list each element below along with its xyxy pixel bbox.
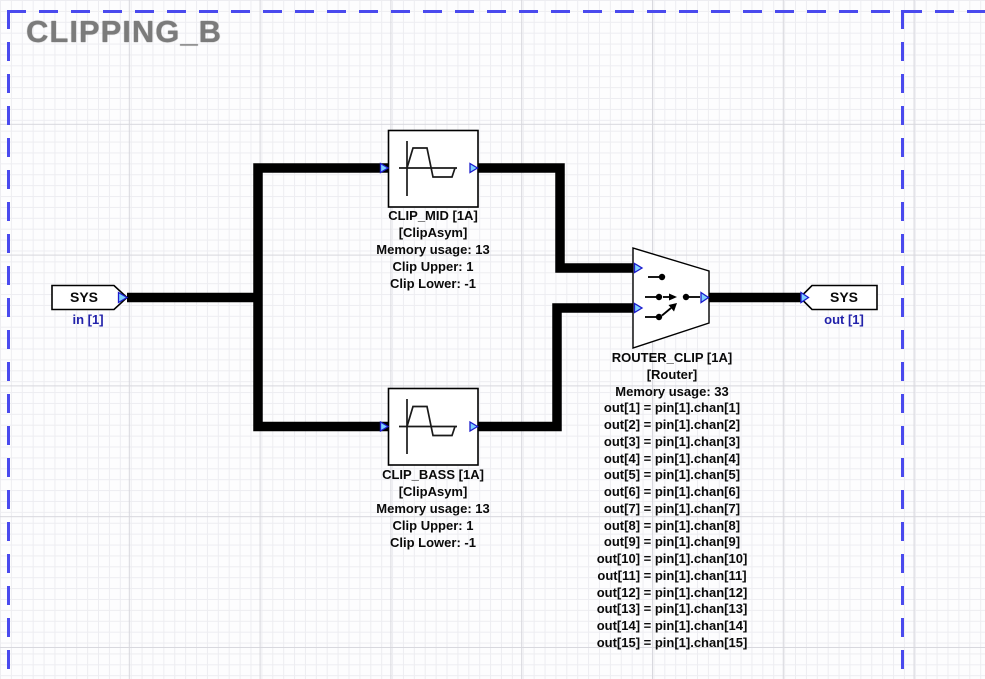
block-memory: Memory usage: 13 — [348, 241, 518, 258]
routing-line: out[8] = pin[1].chan[8] — [577, 518, 767, 535]
router-annotation: ROUTER_CLIP [1A] [Router] Memory usage: … — [577, 350, 767, 652]
schematic-canvas: CLIPPING_B — [0, 0, 985, 679]
routing-line: out[15] = pin[1].chan[15] — [577, 635, 767, 652]
block-name: ROUTER_CLIP [1A] — [577, 350, 767, 367]
routing-line: out[6] = pin[1].chan[6] — [577, 484, 767, 501]
clip-bass-annotation: CLIP_BASS [1A] [ClipAsym] Memory usage: … — [348, 466, 518, 551]
output-port-sublabel: out [1] — [804, 313, 884, 327]
routing-line: out[7] = pin[1].chan[7] — [577, 501, 767, 518]
block-memory: Memory usage: 13 — [348, 500, 518, 517]
input-port-sublabel: in [1] — [48, 313, 128, 327]
routing-line: out[2] = pin[1].chan[2] — [577, 417, 767, 434]
block-type: [Router] — [577, 367, 767, 384]
routing-line: out[11] = pin[1].chan[11] — [577, 568, 767, 585]
clip-mid-annotation: CLIP_MID [1A] [ClipAsym] Memory usage: 1… — [348, 207, 518, 292]
routing-line: out[3] = pin[1].chan[3] — [577, 434, 767, 451]
block-clip-upper: Clip Upper: 1 — [348, 517, 518, 534]
routing-line: out[12] = pin[1].chan[12] — [577, 585, 767, 602]
routing-line: out[4] = pin[1].chan[4] — [577, 451, 767, 468]
routing-line: out[14] = pin[1].chan[14] — [577, 618, 767, 635]
block-clip-upper: Clip Upper: 1 — [348, 258, 518, 275]
block-name: CLIP_BASS [1A] — [348, 466, 518, 483]
routing-line: out[9] = pin[1].chan[9] — [577, 534, 767, 551]
routing-line: out[13] = pin[1].chan[13] — [577, 601, 767, 618]
block-clip-lower: Clip Lower: -1 — [348, 275, 518, 292]
routing-line: out[1] = pin[1].chan[1] — [577, 400, 767, 417]
block-name: CLIP_MID [1A] — [348, 207, 518, 224]
routing-line: out[10] = pin[1].chan[10] — [577, 551, 767, 568]
schematic-graphics — [0, 0, 985, 679]
routing-line: out[5] = pin[1].chan[5] — [577, 467, 767, 484]
block-clip-lower: Clip Lower: -1 — [348, 534, 518, 551]
input-port-label: SYS — [50, 290, 118, 304]
output-port-label: SYS — [811, 290, 877, 304]
block-type: [ClipAsym] — [348, 483, 518, 500]
block-memory: Memory usage: 33 — [577, 384, 767, 401]
block-type: [ClipAsym] — [348, 224, 518, 241]
